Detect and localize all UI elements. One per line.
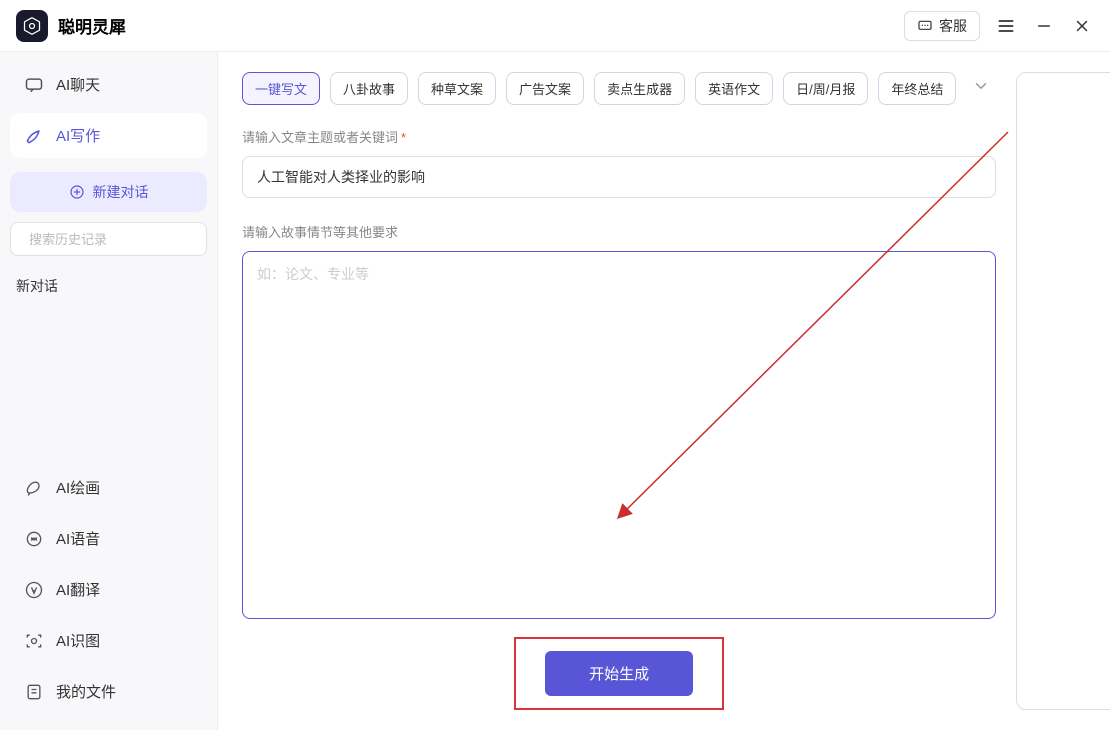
sidebar-item-label: AI聊天 bbox=[56, 74, 100, 95]
chat-bubble-icon bbox=[917, 18, 933, 34]
sidebar-item-ai-paint[interactable]: AI绘画 bbox=[10, 465, 207, 510]
voice-icon bbox=[24, 529, 44, 549]
sidebar-item-ai-write[interactable]: AI写作 bbox=[10, 113, 207, 158]
minimize-icon[interactable] bbox=[1032, 14, 1056, 38]
pill-one-click-write[interactable]: 一键写文 bbox=[242, 72, 320, 105]
title-bar: 聪明灵犀 客服 bbox=[0, 0, 1110, 52]
pill-report[interactable]: 日/周/月报 bbox=[783, 72, 868, 105]
main-left-column: 一键写文 八卦故事 种草文案 广告文案 卖点生成器 英语作文 日/周/月报 年终… bbox=[242, 72, 996, 710]
detail-field-label: 请输入故事情节等其他要求 bbox=[242, 222, 996, 241]
sidebar: AI聊天 AI写作 新建对话 新对话 AI绘画 AI语音 bbox=[0, 52, 218, 730]
output-preview-panel bbox=[1016, 72, 1110, 710]
sidebar-item-my-files[interactable]: 我的文件 bbox=[10, 669, 207, 714]
expand-pills-button[interactable] bbox=[966, 73, 996, 104]
pill-seeding-copy[interactable]: 种草文案 bbox=[418, 72, 496, 105]
pill-english-essay[interactable]: 英语作文 bbox=[695, 72, 773, 105]
sidebar-item-label: AI绘画 bbox=[56, 477, 100, 498]
pill-gossip-story[interactable]: 八卦故事 bbox=[330, 72, 408, 105]
plus-circle-icon bbox=[69, 184, 85, 200]
search-input[interactable] bbox=[29, 232, 205, 247]
translate-icon bbox=[24, 580, 44, 600]
customer-service-label: 客服 bbox=[939, 16, 967, 36]
sidebar-item-label: AI翻译 bbox=[56, 579, 100, 600]
sidebar-item-ai-chat[interactable]: AI聊天 bbox=[10, 62, 207, 107]
pill-ad-copy[interactable]: 广告文案 bbox=[506, 72, 584, 105]
main-area: 一键写文 八卦故事 种草文案 广告文案 卖点生成器 英语作文 日/周/月报 年终… bbox=[218, 52, 1110, 730]
write-icon bbox=[24, 126, 44, 146]
sidebar-item-ai-voice[interactable]: AI语音 bbox=[10, 516, 207, 561]
pill-selling-point[interactable]: 卖点生成器 bbox=[594, 72, 685, 105]
sidebar-item-ai-vision[interactable]: AI识图 bbox=[10, 618, 207, 663]
app-title: 聪明灵犀 bbox=[58, 13, 126, 38]
sidebar-item-label: AI语音 bbox=[56, 528, 100, 549]
new-chat-label: 新建对话 bbox=[93, 182, 149, 202]
topic-input[interactable] bbox=[242, 156, 996, 198]
pill-year-summary[interactable]: 年终总结 bbox=[878, 72, 956, 105]
title-left: 聪明灵犀 bbox=[16, 10, 126, 42]
detail-textarea[interactable] bbox=[242, 251, 996, 619]
chat-icon bbox=[24, 75, 44, 95]
required-star-icon: * bbox=[401, 130, 406, 145]
history-item[interactable]: 新对话 bbox=[10, 266, 207, 306]
title-right: 客服 bbox=[904, 11, 1094, 41]
app-body: AI聊天 AI写作 新建对话 新对话 AI绘画 AI语音 bbox=[0, 52, 1110, 730]
menu-icon[interactable] bbox=[994, 14, 1018, 38]
new-chat-button[interactable]: 新建对话 bbox=[10, 172, 207, 212]
template-pills-row: 一键写文 八卦故事 种草文案 广告文案 卖点生成器 英语作文 日/周/月报 年终… bbox=[242, 72, 996, 105]
customer-service-button[interactable]: 客服 bbox=[904, 11, 980, 41]
paint-icon bbox=[24, 478, 44, 498]
app-logo-icon bbox=[16, 10, 48, 42]
topic-field-label: 请输入文章主题或者关键词* bbox=[242, 127, 996, 146]
generate-button[interactable]: 开始生成 bbox=[545, 651, 693, 696]
close-icon[interactable] bbox=[1070, 14, 1094, 38]
search-box[interactable] bbox=[10, 222, 207, 256]
sidebar-item-label: AI识图 bbox=[56, 630, 100, 651]
sidebar-item-label: AI写作 bbox=[56, 125, 100, 146]
vision-icon bbox=[24, 631, 44, 651]
generate-button-wrap: 开始生成 bbox=[242, 637, 996, 710]
sidebar-item-ai-translate[interactable]: AI翻译 bbox=[10, 567, 207, 612]
sidebar-item-label: 我的文件 bbox=[56, 681, 116, 702]
chevron-down-icon bbox=[972, 77, 990, 95]
file-icon bbox=[24, 682, 44, 702]
sidebar-bottom: AI绘画 AI语音 AI翻译 AI识图 我的文件 bbox=[10, 465, 207, 720]
